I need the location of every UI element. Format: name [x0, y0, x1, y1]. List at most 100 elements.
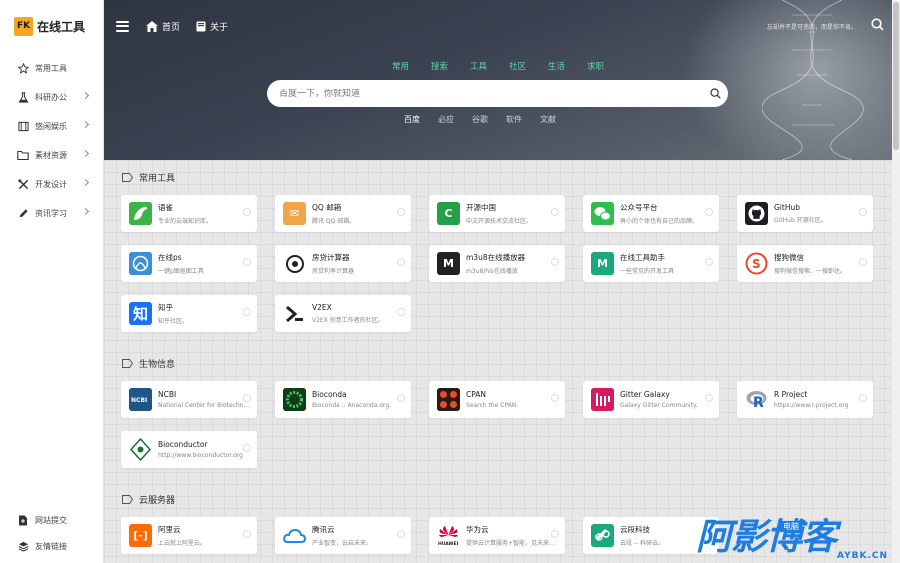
site-description: 产业智变，云启未来。: [312, 540, 373, 547]
search-category-tab[interactable]: 求职: [587, 60, 604, 72]
site-card[interactable]: 语雀 专业的云端知识库。: [121, 195, 257, 232]
site-card[interactable]: 公众号平台 再小的个体也有自己的品牌。: [583, 195, 719, 232]
site-name: Bioconductor: [158, 440, 208, 449]
site-card[interactable]: 知知乎 知乎社区。: [121, 295, 257, 332]
info-icon[interactable]: [705, 258, 713, 266]
site-card-text: Bioconductor http://www.bioconductor.org: [158, 440, 250, 459]
watermark-text: 阿影博客: [696, 517, 837, 558]
chevron-right-icon: [81, 120, 90, 129]
site-card[interactable]: Mm3u8在线播放器 m3u8/hls在线播放: [429, 245, 565, 282]
site-card[interactable]: 腾讯云 产业智变，云启未来。: [275, 517, 411, 554]
info-icon[interactable]: [859, 208, 867, 216]
site-card[interactable]: GitHub GitHub 开源社区。: [737, 195, 873, 232]
tag-icon: [122, 359, 133, 368]
chevron-right-icon: [81, 207, 90, 216]
sidebar-bottom-item-2[interactable]: 友情链接: [0, 533, 103, 559]
page-scrollbar[interactable]: [892, 0, 900, 563]
info-icon[interactable]: [551, 258, 559, 266]
site-name: 在线工具助手: [620, 253, 665, 262]
menu-toggle-button[interactable]: [116, 20, 129, 32]
info-icon[interactable]: [397, 208, 405, 216]
sidebar-item-2[interactable]: 科研办公: [0, 83, 103, 112]
site-name: 搜狗微信: [774, 253, 804, 262]
sidebar-item-4[interactable]: 素材资源: [0, 141, 103, 170]
site-logo-icon: [591, 524, 614, 547]
site-card-text: 房贷计算器 房贷利率计算器: [312, 252, 404, 275]
site-card-text: 在线工具助手一些常见的开发工具: [620, 252, 712, 275]
search-engine-tab[interactable]: 必应: [438, 114, 454, 125]
site-card[interactable]: BiocondaBioconda :: Anaconda.org.: [275, 381, 411, 418]
search-icon[interactable]: [702, 88, 728, 99]
info-icon[interactable]: [243, 530, 251, 538]
site-card-text: Gitter Galaxy Galaxy Gitter Community.: [620, 390, 712, 409]
site-card[interactable]: HUAWEI 华为云 提供云计算服务+智能，见未来...: [429, 517, 565, 554]
info-icon[interactable]: [859, 394, 867, 402]
site-name: QQ 邮箱: [312, 203, 342, 212]
site-card[interactable]: NCBI NCBI National Center for Biotechno...: [121, 381, 257, 418]
site-card[interactable]: CPAN Search the CPAN.: [429, 381, 565, 418]
info-icon[interactable]: [243, 308, 251, 316]
site-card[interactable]: 在线ps 一键p图抠图工具: [121, 245, 257, 282]
search-engine-tab[interactable]: 软件: [506, 114, 522, 125]
site-card[interactable]: C 开源中国 中文开源技术交流社区。: [429, 195, 565, 232]
site-card[interactable]: V2EX V2EX 创意工作者的社区。: [275, 295, 411, 332]
pen-icon: [17, 208, 29, 220]
site-card[interactable]: R R Project https://www.r-project.org: [737, 381, 873, 418]
search-category-tab[interactable]: 常用: [392, 60, 409, 72]
site-card[interactable]: S 搜狗微信 搜狗微信搜索、一搜即达。: [737, 245, 873, 282]
site-logo-icon: [-]: [129, 524, 152, 547]
site-card[interactable]: Gitter Galaxy Galaxy Gitter Community.: [583, 381, 719, 418]
info-icon[interactable]: [705, 208, 713, 216]
info-icon[interactable]: [397, 530, 405, 538]
logo-mark: FK: [14, 16, 33, 36]
search-category-tab[interactable]: 工具: [470, 60, 487, 72]
info-icon[interactable]: [243, 208, 251, 216]
watermark-logo: 阿影博客 电脑 AYBK.CN: [696, 515, 896, 561]
tools-icon: [17, 179, 29, 191]
nav-home-link[interactable]: 首页: [146, 20, 180, 33]
sidebar-item-3[interactable]: 悠闲娱乐: [0, 112, 103, 141]
info-icon[interactable]: [397, 258, 405, 266]
info-icon[interactable]: [551, 208, 559, 216]
info-icon[interactable]: [243, 258, 251, 266]
search-toggle-icon[interactable]: [871, 18, 884, 33]
site-card-text: 搜狗微信 搜狗微信搜索、一搜即达。: [774, 252, 866, 275]
site-name: Bioconda: [312, 390, 347, 399]
info-icon[interactable]: [705, 394, 713, 402]
info-icon[interactable]: [397, 308, 405, 316]
info-icon[interactable]: [243, 444, 251, 452]
site-card[interactable]: [-] 阿里云 上云就上阿里云。: [121, 517, 257, 554]
search-engine-tab[interactable]: 文献: [540, 114, 556, 125]
search-input[interactable]: [279, 88, 702, 99]
site-logo-icon: [591, 202, 614, 225]
sidebar-item-label: 科研办公: [35, 93, 67, 102]
site-card-text: 阿里云 上云就上阿里云。: [158, 524, 250, 547]
info-icon[interactable]: [243, 394, 251, 402]
sidebar-item-6[interactable]: 资讯学习: [0, 199, 103, 228]
site-card[interactable]: M 在线工具助手 一些常见的开发工具: [583, 245, 719, 282]
search-engine-tabs: 百度 必应 谷歌 软件 文献: [404, 114, 556, 125]
site-card[interactable]: 房贷计算器 房贷利率计算器: [275, 245, 411, 282]
site-card[interactable]: Bioconductor http://www.bioconductor.org: [121, 431, 257, 468]
search-engine-tab[interactable]: 百度: [404, 114, 420, 125]
scroll-thumb[interactable]: [893, 2, 899, 150]
info-icon[interactable]: [397, 394, 405, 402]
sidebar-item-5[interactable]: 开发设计: [0, 170, 103, 199]
info-icon[interactable]: [551, 530, 559, 538]
search-category-tab[interactable]: 搜索: [431, 60, 448, 72]
info-icon[interactable]: [859, 258, 867, 266]
search-category-tab[interactable]: 社区: [509, 60, 526, 72]
search-category-tab[interactable]: 生活: [548, 60, 565, 72]
nav-about-link[interactable]: 关于: [196, 20, 228, 33]
site-card[interactable]: ✉ QQ 邮箱 腾讯 QQ 邮箱。: [275, 195, 411, 232]
info-icon[interactable]: [551, 394, 559, 402]
svg-text:S: S: [752, 257, 761, 271]
sidebar-item-1[interactable]: 常用工具: [0, 54, 103, 83]
search-engine-tab[interactable]: 谷歌: [472, 114, 488, 125]
site-description: 一些常见的开发工具: [620, 268, 675, 275]
site-description: https://www.r-project.org: [774, 402, 849, 409]
sidebar-bottom-item-1[interactable]: 网站提交: [0, 507, 103, 533]
site-description: Bioconda :: Anaconda.org.: [312, 402, 392, 409]
section-heading: 生物信息: [122, 357, 175, 370]
site-logo[interactable]: FK 在线工具: [0, 0, 103, 52]
